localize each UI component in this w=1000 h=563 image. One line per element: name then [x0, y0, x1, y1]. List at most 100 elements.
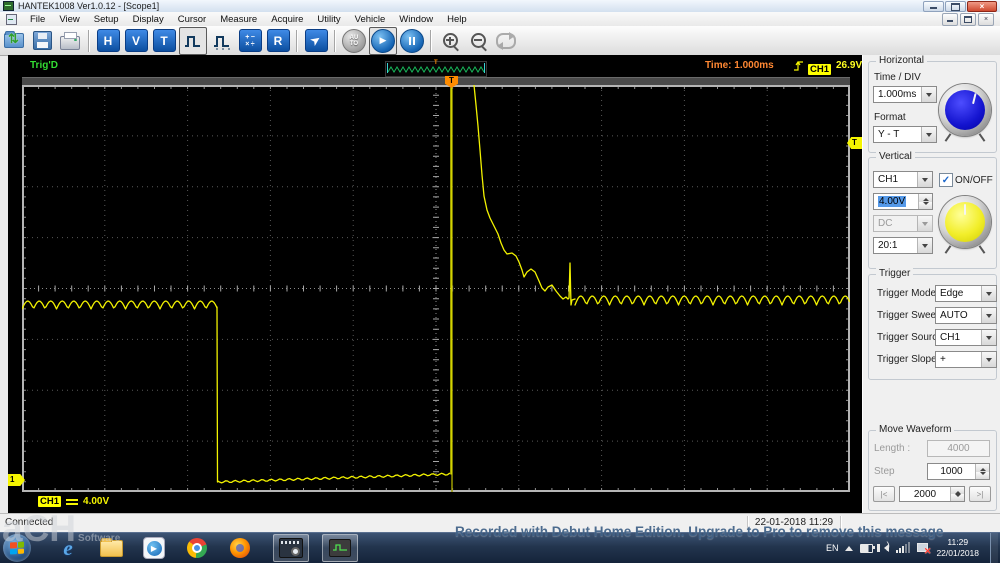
step-label: Step — [874, 466, 895, 477]
mdi-close-button[interactable]: × — [978, 13, 994, 26]
position-spinner[interactable]: 2000 — [899, 486, 965, 502]
close-icon: × — [979, 2, 985, 11]
math-button[interactable]: + − × ÷ — [237, 28, 263, 54]
spinner-buttons[interactable] — [918, 194, 932, 209]
trigger-row-select[interactable]: AUTO — [935, 307, 997, 324]
taskbar-item-firefox[interactable] — [225, 535, 255, 561]
probe-select[interactable]: 20:1 — [873, 237, 933, 254]
signal-icon[interactable] — [896, 542, 911, 553]
horizontal-setup-button[interactable]: H — [95, 28, 121, 54]
language-indicator[interactable]: EN — [826, 543, 839, 553]
refresh-button[interactable] — [493, 28, 519, 54]
vertical-knob[interactable] — [939, 196, 991, 254]
menu-item[interactable]: Window — [392, 14, 440, 25]
channel-select[interactable]: CH1 — [873, 171, 933, 188]
save-floppy-icon — [32, 31, 52, 50]
show-desktop-button[interactable] — [990, 533, 998, 563]
move-waveform-group: Move Waveform Length : 4000 Step 1000 |<… — [868, 424, 997, 511]
tray-expand-icon[interactable] — [845, 542, 854, 551]
menu-items: File View Setup Display Cursor Measure Acquire… — [23, 14, 474, 25]
menu-item[interactable]: Help — [440, 14, 474, 25]
menu-item[interactable]: Setup — [87, 14, 126, 25]
autoset-button[interactable]: AU TO — [341, 28, 367, 54]
waveform-mode-button[interactable] — [179, 26, 207, 55]
print-button[interactable] — [57, 28, 83, 54]
auto-icon: AU TO — [342, 28, 366, 53]
taskbar-item-hantek[interactable] — [322, 534, 358, 562]
v-icon: V — [124, 29, 148, 52]
trigger-status: Trig'D — [30, 60, 58, 71]
trigger-row-select[interactable]: CH1 — [935, 329, 997, 346]
math-icon: + − × ÷ — [238, 29, 262, 52]
network-error-icon[interactable]: ✕ — [917, 542, 931, 555]
cursor-measure-button[interactable]: ➤ — [303, 28, 329, 54]
trigger-setup-button[interactable]: T — [151, 28, 177, 54]
menu-item[interactable]: Vehicle — [348, 14, 393, 25]
menu-item[interactable]: Measure — [213, 14, 264, 25]
run-button[interactable]: ▶ — [369, 26, 397, 55]
close-button[interactable]: × — [967, 1, 997, 12]
channel-badge: CH1 — [38, 496, 62, 507]
zoom-out-icon — [470, 33, 486, 48]
tray-clock[interactable]: 11:29 22/01/2018 — [936, 537, 979, 558]
cursor-arrow-icon: ➤ — [304, 29, 328, 52]
mdi-minimize-button[interactable] — [942, 13, 958, 26]
menu-item[interactable]: Utility — [310, 14, 347, 25]
taskbar-item-chrome[interactable] — [182, 535, 212, 561]
dropdown-arrow-icon — [981, 286, 996, 301]
horizontal-knob[interactable] — [939, 84, 991, 142]
move-last-button[interactable]: >| — [969, 486, 991, 502]
onoff-checkbox[interactable]: ✓ — [939, 173, 953, 187]
zoom-out-button[interactable] — [465, 28, 491, 54]
battery-icon[interactable] — [860, 543, 876, 553]
spinner-buttons[interactable] — [975, 464, 989, 479]
media-player-icon: ▶ — [143, 537, 165, 559]
pause-icon — [400, 28, 424, 53]
minimize-button[interactable] — [923, 1, 944, 12]
pause-button[interactable] — [399, 28, 425, 54]
format-select[interactable]: Y - T — [873, 126, 937, 143]
dropdown-arrow-icon — [921, 87, 936, 102]
mdi-restore-button[interactable] — [960, 13, 976, 26]
menu-item[interactable]: Display — [126, 14, 171, 25]
speaker-icon[interactable] — [877, 541, 890, 552]
group-title: Move Waveform — [876, 424, 955, 435]
waveform-preview[interactable]: T — [385, 60, 487, 77]
trigger-row-select[interactable]: Edge — [935, 285, 997, 302]
step-spinner[interactable]: 1000 — [927, 463, 990, 480]
zoom-in-button[interactable] — [437, 28, 463, 54]
waveform-measure-button[interactable] — [209, 28, 235, 54]
software-watermark: aCH Software — [2, 508, 121, 549]
scale-spinner[interactable]: 4.00V — [873, 193, 933, 210]
menu-item[interactable]: Cursor — [171, 14, 214, 25]
trigger-row-label: Trigger Sweep — [877, 310, 942, 321]
h-icon: H — [96, 29, 120, 52]
trigger-row: Trigger Source CH1 — [877, 329, 997, 346]
spinner-buttons[interactable] — [950, 487, 964, 501]
dropdown-arrow-icon — [981, 352, 996, 367]
taskbar-item-debut[interactable] — [273, 534, 309, 562]
menu-item[interactable]: File — [23, 14, 52, 25]
zoom-in-icon — [442, 33, 458, 48]
vertical-setup-button[interactable]: V — [123, 28, 149, 54]
trigger-row-label: Trigger Source — [877, 332, 943, 343]
open-folder-icon — [4, 31, 24, 48]
trigger-row-select[interactable]: + — [935, 351, 997, 368]
trigger-group: Trigger Trigger Mode Edge Trigger Sweep … — [868, 268, 997, 380]
firefox-icon — [230, 538, 250, 558]
menu-item[interactable]: View — [52, 14, 86, 25]
reference-button[interactable]: R — [265, 28, 291, 54]
maximize-icon — [951, 2, 960, 11]
menu-item[interactable]: Acquire — [264, 14, 310, 25]
menubar: File View Setup Display Cursor Measure Acquire… — [0, 12, 1000, 27]
maximize-button[interactable] — [945, 1, 966, 12]
window-title: HANTEK1008 Ver1.0.12 - [Scope1] — [18, 1, 160, 11]
trigger-position-ruler[interactable] — [22, 77, 850, 85]
move-first-button[interactable]: |< — [873, 486, 895, 502]
time-div-select[interactable]: 1.000ms — [873, 86, 937, 103]
open-button[interactable] — [1, 28, 27, 54]
taskbar-item-media-player[interactable]: ▶ — [139, 535, 169, 561]
save-button[interactable] — [29, 28, 55, 54]
preview-trigger-marker: T — [434, 60, 438, 66]
group-title: Vertical — [876, 151, 915, 162]
